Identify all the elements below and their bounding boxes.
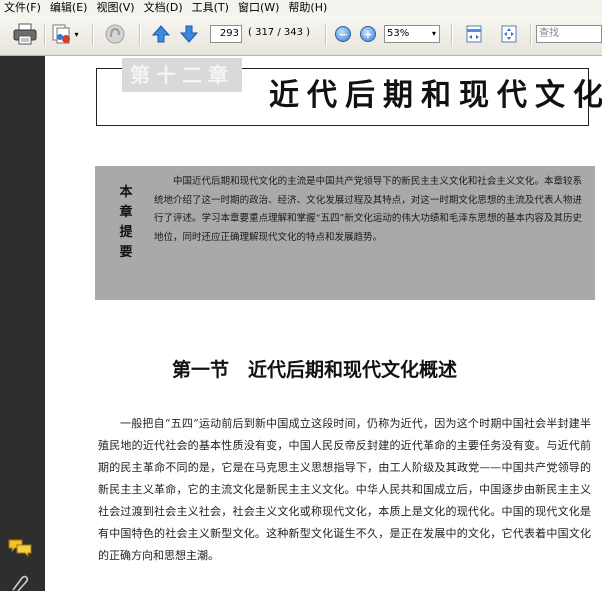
comments-button[interactable] (7, 538, 33, 558)
fit-page-icon (501, 25, 517, 43)
hand-icon (105, 24, 125, 44)
menu-window[interactable]: 窗口(W) (234, 0, 284, 16)
fit-width-button[interactable] (462, 22, 486, 46)
menu-view[interactable]: 视图(V) (92, 0, 139, 16)
share-button[interactable]: ▾ (50, 22, 80, 46)
chapter-title: 近代后期和现代文化 (269, 78, 602, 113)
previous-page-button[interactable] (150, 22, 172, 46)
page-number-input[interactable]: 293 (210, 25, 242, 43)
navigation-pane (0, 56, 45, 592)
section-title: 第一节 近代后期和现代文化概述 (172, 359, 458, 381)
toolbar: ▾ 293 ( 317 / 343 ) − + 53% ▾ 查找 (0, 16, 602, 56)
summary-text: 中国近代后期和现代文化的主流是中国共产党领导下的新民主主义文化和社会主义文化。本… (154, 176, 582, 243)
paperclip-icon (12, 575, 29, 592)
menu-file[interactable]: 文件(F) (0, 0, 46, 16)
minus-icon: − (335, 26, 351, 42)
body-paragraph: 一般把自“五四”运动前后到新中国成立这段时间，仍称为近代，因为这个时期中国社会半… (98, 417, 591, 562)
menu-tools[interactable]: 工具(T) (188, 0, 234, 16)
fit-page-button[interactable] (497, 22, 521, 46)
chevron-down-icon[interactable]: ▾ (432, 26, 436, 42)
fit-width-icon (466, 25, 482, 43)
menu-bar: 文件(F) 编辑(E) 视图(V) 文档(D) 工具(T) 窗口(W) 帮助(H… (0, 0, 602, 16)
chapter-number: 第十二章 (122, 58, 242, 92)
menu-document[interactable]: 文档(D) (140, 0, 188, 16)
zoom-out-button[interactable]: − (334, 22, 352, 46)
pages-icon (52, 24, 71, 44)
zoom-value: 53% (387, 28, 410, 39)
document-page: 第十二章 近代后期和现代文化 本 章 提 要 中国近代后期和现代文化的主流是中国… (45, 56, 602, 591)
zoom-select[interactable]: 53% ▾ (384, 25, 440, 43)
next-page-button[interactable] (178, 22, 200, 46)
zoom-in-button[interactable]: + (359, 22, 377, 46)
plus-icon: + (360, 26, 376, 42)
comment-icon (8, 539, 32, 558)
summary-label: 本 章 提 要 (119, 185, 133, 260)
menu-edit[interactable]: 编辑(E) (46, 0, 93, 16)
arrow-down-icon (179, 25, 199, 43)
chapter-summary-box: 本 章 提 要 中国近代后期和现代文化的主流是中国共产党领导下的新民主主义文化和… (95, 166, 595, 300)
printer-icon (13, 23, 37, 45)
print-button[interactable] (10, 22, 40, 46)
attachments-button[interactable] (9, 574, 29, 592)
chevron-down-icon[interactable]: ▾ (74, 30, 78, 39)
menu-help[interactable]: 帮助(H) (284, 0, 332, 16)
document-view[interactable]: 第十二章 近代后期和现代文化 本 章 提 要 中国近代后期和现代文化的主流是中国… (45, 56, 602, 591)
arrow-up-icon (151, 25, 171, 43)
search-input[interactable]: 查找 (536, 25, 602, 43)
page-count-label: ( 317 / 343 ) (248, 27, 311, 38)
hand-tool-button[interactable] (100, 22, 130, 46)
